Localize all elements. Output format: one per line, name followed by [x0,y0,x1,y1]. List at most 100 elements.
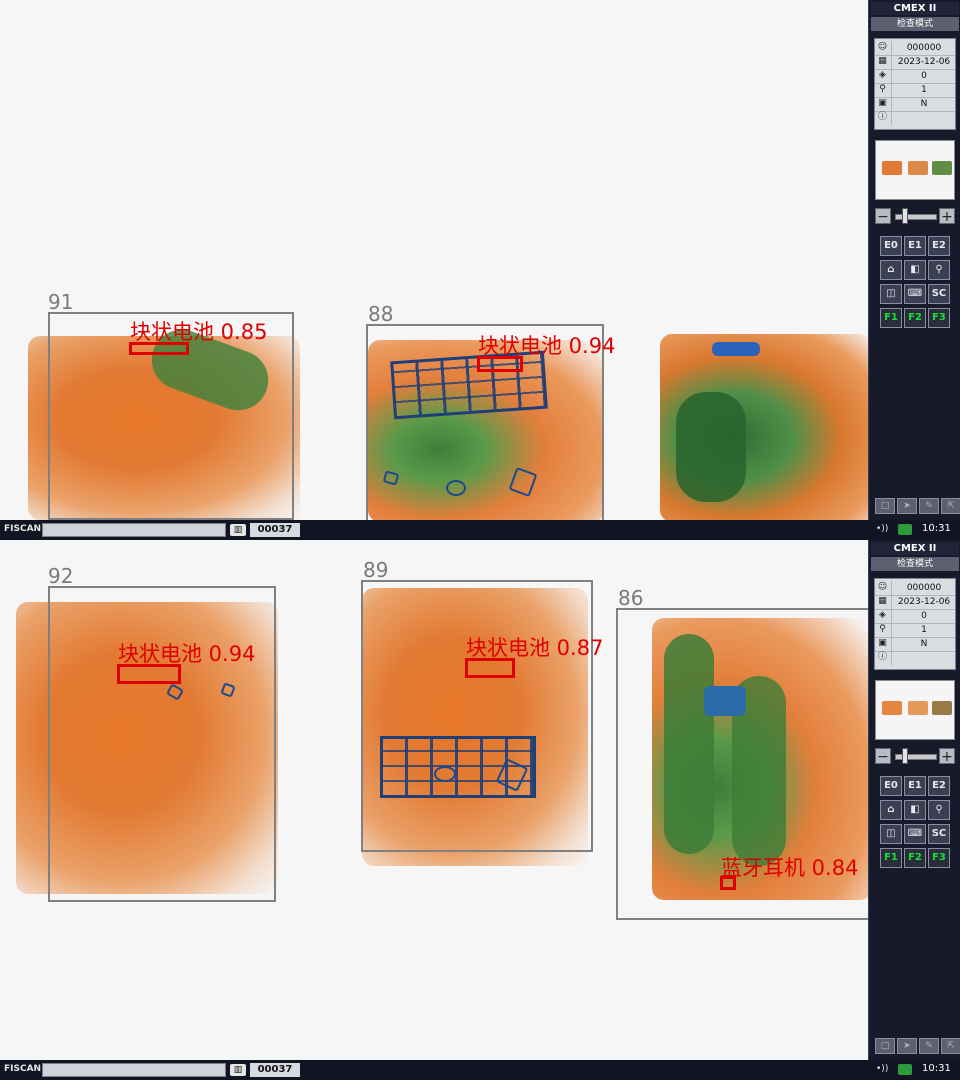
e1-button[interactable]: E1 [904,236,926,256]
info-row: ⓘ [875,111,955,125]
magnifier-icon[interactable]: ⚲ [928,800,950,820]
split-view-icon[interactable]: ◫ [880,284,902,304]
signal-icon: •)) [876,524,889,534]
detection-box[interactable] [117,664,181,684]
zoom-slider-handle[interactable] [902,208,908,224]
export-icon[interactable]: ⇱ [941,1038,960,1054]
calendar-icon: ▦ [878,56,887,66]
info-panel: ☺ 000000 ▦ 2023-12-06 ◈ 0 ⚲ 1 ▣ N ⓘ [874,578,956,670]
thumbnail-bag [908,161,928,175]
detection-frame[interactable]: 92 [48,566,276,902]
square-icon[interactable]: □ [875,1038,895,1054]
info-row: ▦ 2023-12-06 [875,595,955,610]
function-buttons: E0 E1 E2 ⌂ ◧ ⚲ ◫ ⌨ SC F1 F2 F3 [874,776,956,872]
counter-icon: ◈ [879,610,886,620]
status-icon: ▣ [878,638,887,648]
user-icon: ☺ [877,42,888,52]
info-row: ▣ N [875,97,955,112]
info-panel: ☺ 000000 ▦ 2023-12-06 ◈ 0 ⚲ 1 ▣ N ⓘ [874,38,956,130]
user-icon: ☺ [877,582,888,592]
zoom-level: 1 [891,83,956,97]
status-bar: FISCAN ▥ 00037 •)) 10:31 [0,520,960,540]
sc-button[interactable]: SC [928,284,950,304]
f1-button[interactable]: F1 [880,848,902,868]
arrow-icon[interactable]: ➤ [897,1038,917,1054]
sc-button[interactable]: SC [928,824,950,844]
square-icon[interactable]: □ [875,498,895,514]
control-sidebar: CMEX II 检查模式 ☺ 000000 ▦ 2023-12-06 ◈ 0 ⚲ 1 ▣… [868,0,960,540]
bag-number: 0 [891,69,956,83]
contrast-icon[interactable]: ◧ [904,800,926,820]
operator-id: 000000 [891,41,956,55]
thumbnail-bag [882,161,902,175]
e1-button[interactable]: E1 [904,776,926,796]
f3-button[interactable]: F3 [928,308,950,328]
info-row: ⓘ [875,651,955,665]
info-row: ⚲ 1 [875,83,955,98]
home-icon[interactable]: ⌂ [880,800,902,820]
network-icon [898,1064,912,1075]
thumbnail-bag [908,701,928,715]
tool-icon[interactable]: ✎ [919,498,939,514]
info-row: ☺ 000000 [875,41,955,56]
info-value [891,111,956,125]
bottom-scan-pane: 92 块状电池 0.94 89 块状电池 0.87 86 蓝牙耳机 0.84 C… [0,540,960,1080]
scan-thumbnail[interactable] [875,140,955,200]
frame-id-label: 91 [48,290,74,314]
zoom-out-button[interactable]: − [875,208,891,225]
zoom-in-button[interactable]: + [939,748,955,765]
status-bar: FISCAN ▥ 00037 •)) 10:31 [0,1060,960,1080]
e2-button[interactable]: E2 [928,776,950,796]
frame-id-label: 86 [618,586,644,610]
date-value: 2023-12-06 [891,55,956,69]
f2-button[interactable]: F2 [904,848,926,868]
e0-button[interactable]: E0 [880,776,902,796]
xray-scan-area[interactable]: 91 块状电池 0.85 88 块状电池 0.94 [0,0,868,520]
bag-counter: 00037 [250,1063,300,1077]
split-view-icon[interactable]: ◫ [880,824,902,844]
mode-label: 检查模式 [871,557,959,571]
scan-thumbnail[interactable] [875,680,955,740]
brand-label: FISCAN [4,524,42,534]
detection-box[interactable] [465,658,515,678]
e2-button[interactable]: E2 [928,236,950,256]
e0-button[interactable]: E0 [880,236,902,256]
thumbnail-bag [932,701,952,715]
magnifier-icon[interactable]: ⚲ [928,260,950,280]
keyboard-icon[interactable]: ⌨ [904,824,926,844]
contrast-icon[interactable]: ◧ [904,260,926,280]
clock: 10:31 [922,1063,951,1074]
arrow-icon[interactable]: ➤ [897,498,917,514]
function-buttons: E0 E1 E2 ⌂ ◧ ⚲ ◫ ⌨ SC F1 F2 F3 [874,236,956,332]
keyboard-icon[interactable]: ⌨ [904,284,926,304]
info-row: ☺ 000000 [875,581,955,596]
zoom-out-button[interactable]: − [875,748,891,765]
info-row: ▣ N [875,637,955,652]
zoom-slider-handle[interactable] [902,748,908,764]
info-row: ◈ 0 [875,69,955,84]
control-sidebar: CMEX II 检查模式 ☺ 000000 ▦ 2023-12-06 ◈ 0 ⚲ 1 ▣… [868,540,960,1080]
barcode-field[interactable] [42,1063,226,1077]
status-value: N [891,97,956,111]
top-scan-pane: 91 块状电池 0.85 88 块状电池 0.94 CMEX II 检查模式 ☺… [0,0,960,540]
export-icon[interactable]: ⇱ [941,498,960,514]
detection-box[interactable] [477,356,523,372]
system-title: CMEX II [871,542,959,555]
f1-button[interactable]: F1 [880,308,902,328]
magnifier-icon: ⚲ [879,624,886,634]
f3-button[interactable]: F3 [928,848,950,868]
bag-object [712,342,760,356]
network-icon [898,524,912,535]
tool-icon[interactable]: ✎ [919,1038,939,1054]
home-icon[interactable]: ⌂ [880,260,902,280]
bag-icon: ▥ [230,524,246,536]
bag-number: 0 [891,609,956,623]
frame-id-label: 89 [363,558,389,582]
detection-frame[interactable]: 89 [361,560,593,852]
barcode-field[interactable] [42,523,226,537]
bottom-toolbar: □ ➤ ✎ ⇱ [873,1038,960,1056]
zoom-control: − + [875,208,955,226]
xray-scan-area[interactable]: 92 块状电池 0.94 89 块状电池 0.87 86 蓝牙耳机 0.84 [0,540,868,1060]
f2-button[interactable]: F2 [904,308,926,328]
zoom-in-button[interactable]: + [939,208,955,225]
